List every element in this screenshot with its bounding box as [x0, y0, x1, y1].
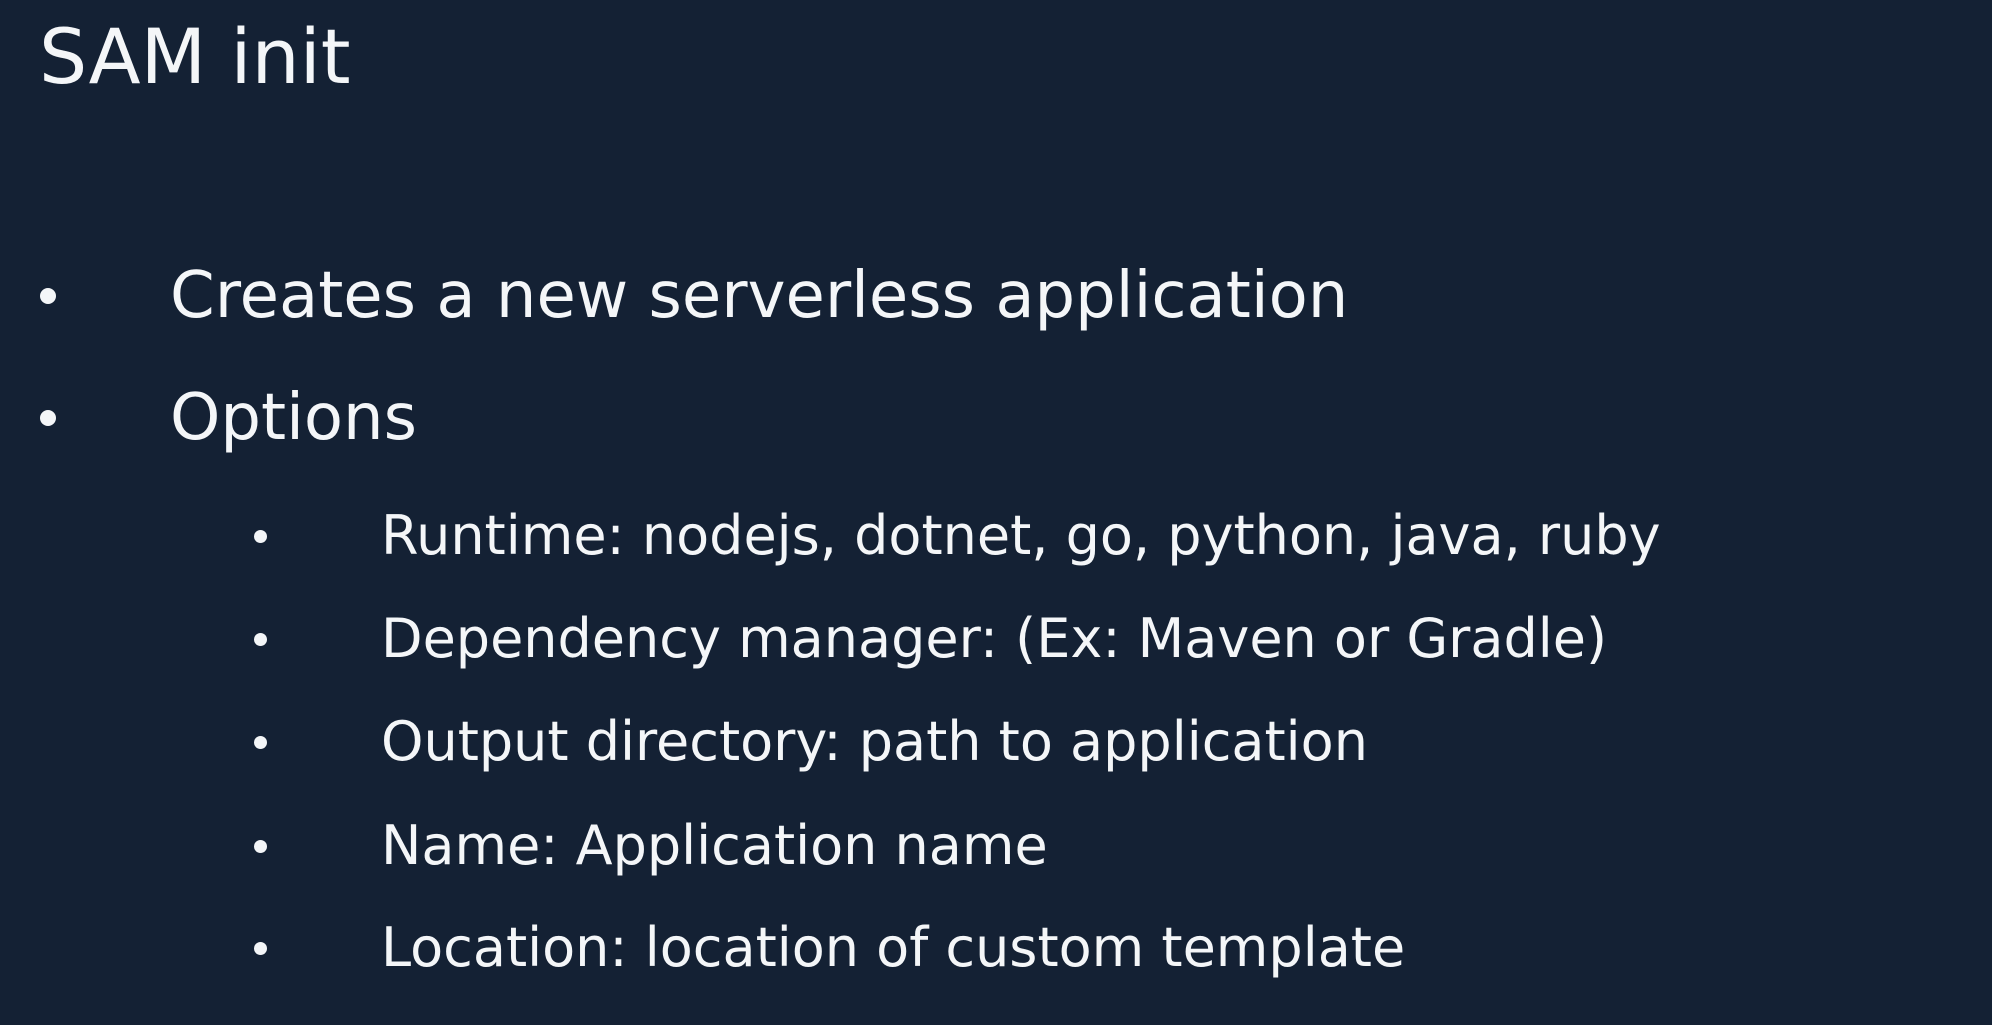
- sub-bullet-item: Output directory: path to application: [0, 708, 1992, 776]
- slide-title: SAM init: [39, 12, 351, 101]
- sub-bullet-item: Name: Application name: [0, 812, 1992, 880]
- sub-bullet-item: Location: location of custom template: [0, 914, 1992, 982]
- sub-bullet-text: Output directory: path to application: [381, 710, 1368, 773]
- bullet-item-creates: Creates a new serverless application: [0, 256, 1992, 336]
- sub-bullet-text: Location: location of custom template: [381, 916, 1406, 979]
- bullet-text: Creates a new serverless application: [170, 259, 1349, 333]
- sub-bullet-dot: [254, 840, 267, 853]
- sub-bullet-item: Runtime: nodejs, dotnet, go, python, jav…: [0, 502, 1992, 570]
- bullet-item-options: Options: [0, 378, 1992, 458]
- sub-bullet-text: Name: Application name: [381, 814, 1048, 877]
- sub-bullet-dot: [254, 942, 267, 955]
- sub-bullet-dot: [254, 633, 267, 646]
- bullet-dot: [40, 410, 56, 426]
- bullet-dot: [40, 288, 56, 304]
- sub-bullet-dot: [254, 736, 267, 749]
- sub-bullet-dot: [254, 530, 267, 543]
- sub-bullet-text: Runtime: nodejs, dotnet, go, python, jav…: [381, 504, 1661, 567]
- slide-canvas: SAM init Creates a new serverless applic…: [0, 0, 1992, 1025]
- bullet-text: Options: [170, 381, 417, 455]
- sub-bullet-item: Dependency manager: (Ex: Maven or Gradle…: [0, 605, 1992, 673]
- sub-bullet-text: Dependency manager: (Ex: Maven or Gradle…: [381, 607, 1608, 670]
